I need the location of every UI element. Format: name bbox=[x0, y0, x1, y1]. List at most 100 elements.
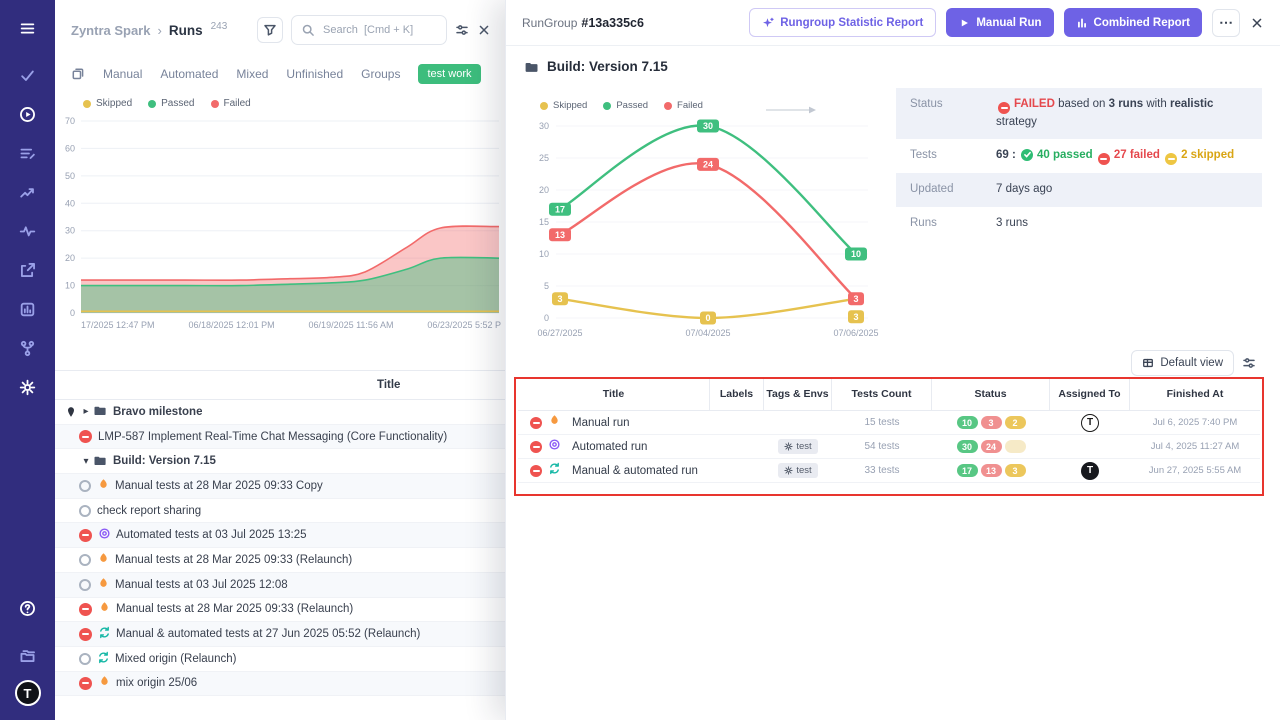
run-row[interactable]: Automated tests at 03 Jul 2025 13:25 bbox=[55, 523, 505, 548]
tag-pill: test bbox=[778, 463, 817, 478]
pulse-icon bbox=[19, 223, 36, 240]
runs-header: Zyntra Spark › Runs 243 bbox=[55, 0, 505, 51]
folder-fill-icon bbox=[93, 403, 107, 417]
rungroup-drawer: RunGroup#13a335c6 Rungroup Statistic Rep… bbox=[505, 0, 1280, 720]
sidebar-item-settings[interactable] bbox=[0, 368, 55, 407]
sidebar-item-test-suites[interactable] bbox=[0, 134, 55, 173]
rungroup-statistic-report-button[interactable]: Rungroup Statistic Report bbox=[749, 8, 936, 37]
svg-text:17: 17 bbox=[555, 204, 565, 214]
info-value: 7 days ago bbox=[996, 181, 1248, 198]
sidebar-item-tests[interactable] bbox=[0, 56, 55, 95]
drawer-header: RunGroup#13a335c6 Rungroup Statistic Rep… bbox=[506, 0, 1280, 46]
run-row[interactable]: Manual tests at 28 Mar 2025 09:33 (Relau… bbox=[55, 598, 505, 623]
views-icon[interactable] bbox=[71, 67, 85, 81]
sidebar-item-projects[interactable] bbox=[0, 641, 55, 669]
run-row[interactable]: check report sharing bbox=[55, 499, 505, 524]
sidebar-item-menu[interactable] bbox=[0, 9, 55, 48]
run-row[interactable]: Manual tests at 28 Mar 2025 09:33 (Relau… bbox=[55, 548, 505, 573]
manual-run-button[interactable]: Manual Run bbox=[946, 8, 1053, 37]
info-row-tests: Tests69 : 40 passed 27 failed 2 skipped bbox=[896, 139, 1262, 173]
tag-pill: test bbox=[778, 439, 817, 454]
sidebar-item-defects[interactable] bbox=[0, 212, 55, 251]
run-row[interactable]: Manual & automated tests at 27 Jun 2025 … bbox=[55, 622, 505, 647]
caret-right-icon[interactable]: ▸ bbox=[79, 406, 93, 417]
info-label: Tests bbox=[910, 147, 996, 164]
panel-close-button[interactable] bbox=[477, 23, 491, 37]
gear-icon bbox=[19, 379, 36, 396]
count-badge: 10 bbox=[957, 416, 978, 429]
env-pill[interactable]: test work bbox=[418, 64, 480, 84]
x-axis-labels: 17/2025 12:47 PM06/18/2025 12:01 PM06/19… bbox=[55, 318, 505, 330]
failed-status-icon bbox=[1098, 153, 1110, 165]
breadcrumb-app[interactable]: Zyntra Spark bbox=[71, 23, 150, 38]
neutral-status-icon bbox=[79, 554, 91, 566]
tab-automated[interactable]: Automated bbox=[160, 67, 218, 81]
sidebar-bottom: T bbox=[0, 594, 55, 720]
filter-button[interactable] bbox=[257, 17, 283, 43]
caret-down-icon[interactable]: ▾ bbox=[79, 456, 93, 467]
column-title: Title bbox=[377, 379, 400, 391]
skipped-status-icon bbox=[1165, 153, 1177, 165]
search-box[interactable] bbox=[291, 15, 447, 45]
search-input[interactable] bbox=[321, 23, 437, 37]
tab-mixed[interactable]: Mixed bbox=[236, 67, 268, 81]
group-legend-wrap: SkippedPassedFailed bbox=[540, 100, 703, 111]
failed-status-icon bbox=[79, 529, 92, 542]
sidebar-item-help[interactable] bbox=[0, 594, 55, 622]
run-row[interactable]: ▾Build: Version 7.15 bbox=[55, 449, 505, 474]
run-row[interactable]: ▸ Bravo milestone bbox=[55, 400, 505, 425]
neutral-status-icon bbox=[79, 505, 91, 517]
group-runs-table: TitleLabelsTags & EnvsTests CountStatusA… bbox=[518, 378, 1260, 483]
more-button[interactable]: ⋯ bbox=[1212, 9, 1240, 37]
sidebar-item-reports[interactable] bbox=[0, 290, 55, 329]
rungroup-label: RunGroup bbox=[522, 16, 577, 30]
run-row[interactable]: Manual tests at 28 Mar 2025 09:33 Copy bbox=[55, 474, 505, 499]
assignee-avatar: T bbox=[1081, 414, 1099, 432]
sidebar-item-runs[interactable] bbox=[0, 95, 55, 134]
group-run-title: Manual run bbox=[572, 417, 630, 429]
columns-settings-button[interactable] bbox=[455, 23, 469, 37]
neutral-status-icon bbox=[79, 579, 91, 591]
svg-text:0: 0 bbox=[705, 313, 710, 323]
failed-status-icon bbox=[998, 102, 1010, 114]
run-title: Automated tests at 03 Jul 2025 13:25 bbox=[116, 529, 307, 541]
sidebar-item-shared-steps[interactable] bbox=[0, 251, 55, 290]
assigned-cell: T bbox=[1050, 462, 1130, 480]
run-title: mix origin 25/06 bbox=[116, 677, 197, 689]
run-row[interactable]: mix origin 25/06 bbox=[55, 672, 505, 697]
group-info-panel: StatusFAILED based on 3 runs with realis… bbox=[896, 88, 1262, 240]
tab-manual[interactable]: Manual bbox=[103, 67, 142, 81]
run-title: Manual tests at 28 Mar 2025 09:33 (Relau… bbox=[116, 603, 353, 615]
user-avatar[interactable]: T bbox=[15, 680, 41, 706]
column-title: Title bbox=[518, 378, 710, 410]
tab-groups[interactable]: Groups bbox=[361, 67, 400, 81]
default-view-button[interactable]: Default view bbox=[1131, 350, 1234, 376]
group-run-row[interactable]: Manual run15 tests1032TJul 6, 2025 7:40 … bbox=[518, 411, 1260, 435]
run-row[interactable]: LMP-587 Implement Real-Time Chat Messagi… bbox=[55, 425, 505, 450]
legend-passed: Passed bbox=[148, 98, 194, 109]
drawer-close-button[interactable] bbox=[1250, 16, 1264, 30]
chart-box-icon bbox=[19, 301, 36, 318]
column-tests-count: Tests Count bbox=[832, 378, 932, 410]
tags-cell: test bbox=[764, 462, 832, 480]
column-tags-envs: Tags & Envs bbox=[764, 378, 832, 410]
svg-text:30: 30 bbox=[703, 121, 713, 131]
close-icon bbox=[477, 23, 491, 37]
run-title: Bravo milestone bbox=[113, 406, 202, 418]
legend-failed: Failed bbox=[664, 100, 703, 111]
run-row[interactable]: Mixed origin (Relaunch) bbox=[55, 647, 505, 672]
runs-area-chart: 010203040506070 bbox=[55, 113, 505, 318]
flame-icon bbox=[97, 577, 110, 590]
sidebar-item-integrations[interactable] bbox=[0, 329, 55, 368]
group-run-row[interactable]: Automated runtest54 tests3024Jul 4, 2025… bbox=[518, 435, 1260, 459]
group-run-row[interactable]: Manual & automated runtest33 tests17133T… bbox=[518, 459, 1260, 483]
svg-text:20: 20 bbox=[539, 185, 549, 195]
svg-text:3: 3 bbox=[853, 294, 858, 304]
failed-status-icon bbox=[530, 465, 542, 477]
run-row[interactable]: Manual tests at 03 Jul 2025 12:08 bbox=[55, 573, 505, 598]
tab-unfinished[interactable]: Unfinished bbox=[286, 67, 343, 81]
table-settings-button[interactable] bbox=[1242, 356, 1256, 370]
sidebar-item-milestones[interactable] bbox=[0, 173, 55, 212]
info-row-status: StatusFAILED based on 3 runs with realis… bbox=[896, 88, 1262, 139]
combined-report-button[interactable]: Combined Report bbox=[1064, 8, 1202, 37]
